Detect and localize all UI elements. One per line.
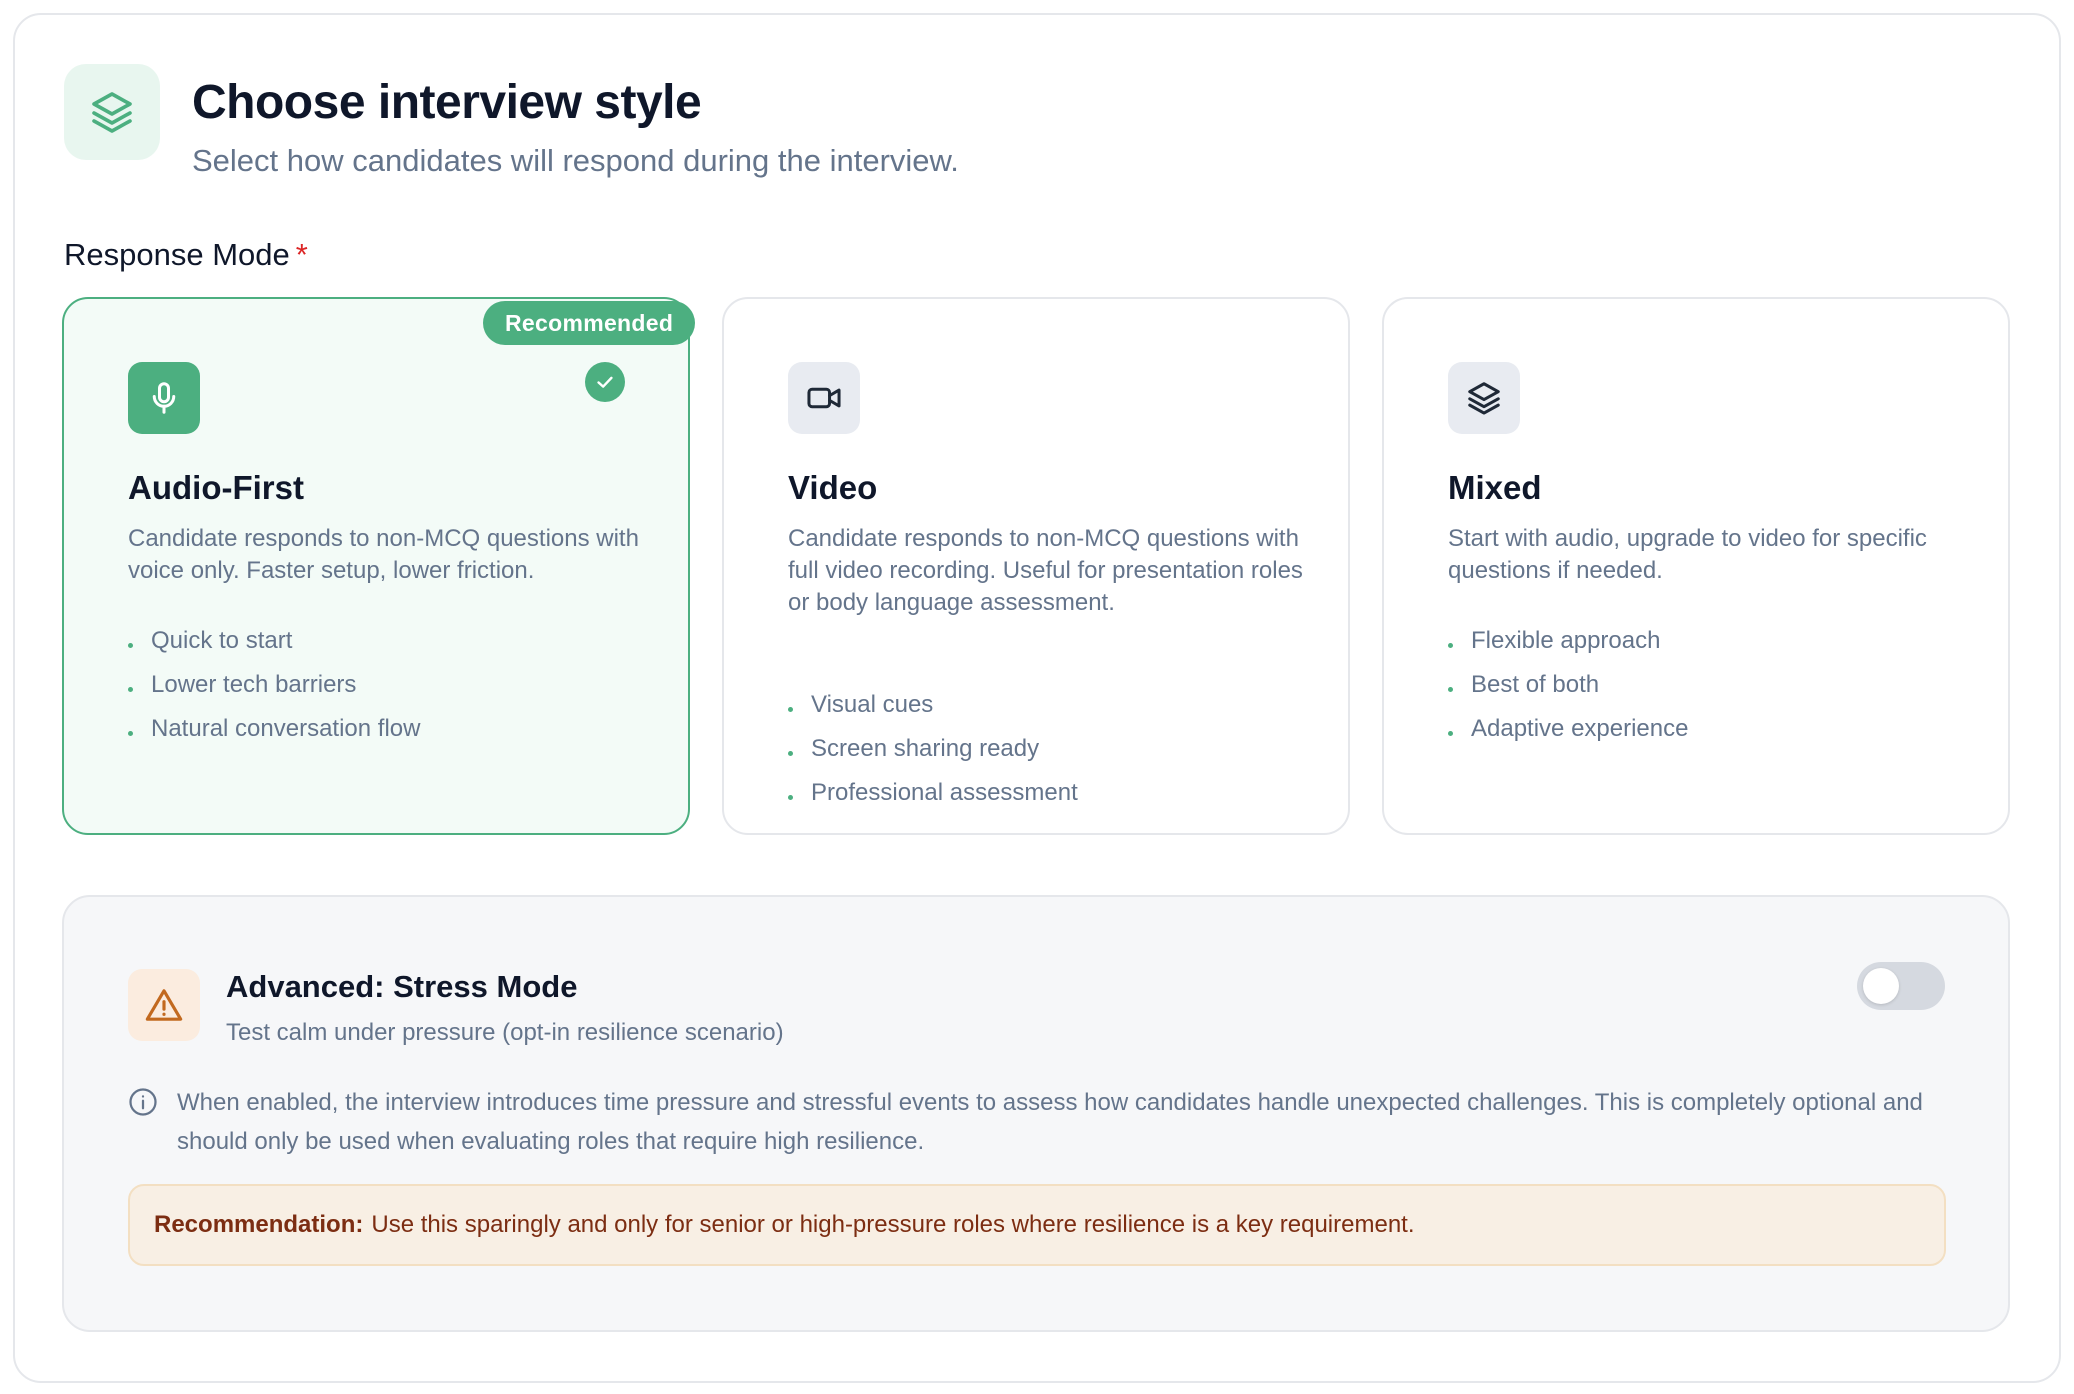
toggle-knob	[1863, 968, 1899, 1004]
stress-mode-section: Advanced: Stress Mode Test calm under pr…	[62, 895, 2010, 1332]
page-title: Choose interview style	[192, 76, 702, 129]
list-item: Flexible approach	[1448, 619, 1968, 663]
page-subtitle: Select how candidates will respond durin…	[192, 143, 959, 178]
response-mode-card-video[interactable]: Video Candidate responds to non-MCQ ques…	[722, 297, 1350, 835]
stress-mode-subtitle: Test calm under pressure (opt-in resilie…	[226, 1019, 784, 1046]
bullet-dot	[1448, 642, 1453, 648]
layers-icon	[64, 64, 160, 160]
card-description: Start with audio, upgrade to video for s…	[1448, 525, 1927, 584]
list-item-text: Visual cues	[811, 691, 934, 718]
response-mode-label-text: Response Mode	[64, 237, 290, 272]
bullet-dot	[788, 750, 793, 756]
layers-icon	[1448, 362, 1520, 434]
card-description: Candidate responds to non-MCQ questions …	[788, 525, 1303, 616]
list-item-text: Professional assessment	[811, 779, 1078, 806]
list-item-text: Natural conversation flow	[151, 715, 421, 742]
card-description: Candidate responds to non-MCQ questions …	[128, 525, 639, 584]
list-item-text: Lower tech barriers	[151, 671, 357, 698]
microphone-icon	[128, 362, 200, 434]
warning-triangle-icon	[128, 969, 200, 1041]
bullet-dot	[128, 686, 133, 692]
list-item-text: Flexible approach	[1471, 627, 1661, 654]
info-icon	[129, 1088, 157, 1116]
required-marker: *	[295, 237, 308, 272]
response-mode-card-mixed[interactable]: Mixed Start with audio, upgrade to video…	[1382, 297, 2010, 835]
stress-mode-title: Advanced: Stress Mode	[226, 969, 578, 1004]
bullet-dot	[128, 730, 133, 736]
stress-mode-toggle[interactable]	[1857, 962, 1945, 1010]
card-title: Video	[788, 469, 878, 506]
bullet-dot	[1448, 730, 1453, 736]
list-item: Screen sharing ready	[788, 727, 1308, 771]
list-item-text: Screen sharing ready	[811, 735, 1040, 762]
card-feature-list: Visual cues Screen sharing ready Profess…	[788, 683, 1308, 815]
list-item: Visual cues	[788, 683, 1308, 727]
bullet-dot	[788, 706, 793, 712]
bullet-dot	[128, 642, 133, 648]
list-item: Lower tech barriers	[128, 663, 648, 707]
stress-mode-info: When enabled, the interview introduces t…	[177, 1089, 1923, 1155]
list-item: Quick to start	[128, 619, 648, 663]
list-item: Adaptive experience	[1448, 707, 1968, 751]
recommendation-callout: Recommendation: Use this sparingly and o…	[128, 1184, 1946, 1266]
card-title: Mixed	[1448, 469, 1542, 506]
card-title: Audio-First	[128, 469, 304, 506]
response-mode-card-audio-first[interactable]: Audio-First Candidate responds to non-MC…	[62, 297, 690, 835]
bullet-dot	[788, 794, 793, 800]
list-item-text: Adaptive experience	[1471, 715, 1689, 742]
list-item-text: Best of both	[1471, 671, 1600, 698]
card-feature-list: Quick to start Lower tech barriers Natur…	[128, 619, 648, 751]
bullet-dot	[1448, 686, 1453, 692]
recommended-badge: Recommended	[483, 301, 696, 345]
list-item-text: Quick to start	[151, 627, 293, 654]
video-camera-icon	[788, 362, 860, 434]
list-item: Natural conversation flow	[128, 707, 648, 751]
card-feature-list: Flexible approach Best of both Adaptive …	[1448, 619, 1968, 751]
recommendation-label: Recommendation:	[154, 1211, 364, 1238]
response-mode-label: Response Mode *	[64, 237, 308, 273]
list-item: Professional assessment	[788, 771, 1308, 815]
selected-check-icon	[585, 362, 625, 402]
list-item: Best of both	[1448, 663, 1968, 707]
recommendation-text: Use this sparingly and only for senior o…	[371, 1211, 1415, 1238]
